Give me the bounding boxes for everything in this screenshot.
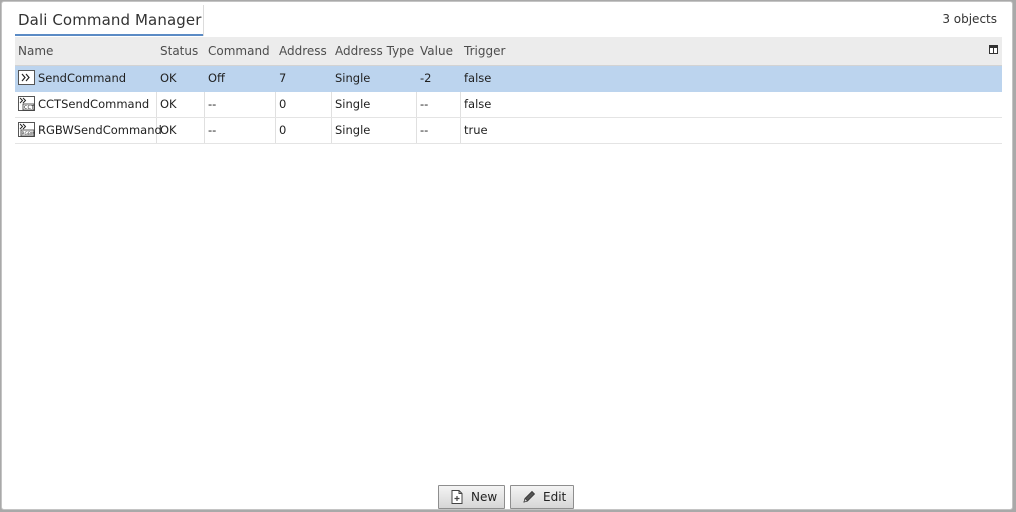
rgbw-send-command-icon: RGBW	[18, 122, 35, 137]
command-cell: Off	[205, 66, 276, 91]
name-cell: SendCommand	[15, 66, 157, 91]
column-header-status[interactable]: Status	[160, 44, 198, 58]
pencil-icon	[523, 490, 536, 503]
address-type-cell: Single	[332, 92, 417, 117]
cct-send-command-icon: CCT	[18, 96, 35, 111]
address-type-cell: Single	[332, 118, 417, 143]
table-header: Name Status Command Address Address Type…	[15, 37, 1002, 66]
value-cell: -2	[417, 66, 461, 91]
column-header-name[interactable]: Name	[18, 44, 53, 58]
command-cell: --	[205, 92, 276, 117]
command-manager-view: Dali Command Manager 3 objects Name Stat…	[1, 1, 1013, 510]
status-cell: OK	[157, 92, 205, 117]
page-title: Dali Command Manager	[18, 11, 202, 29]
trigger-cell: true	[464, 123, 488, 137]
object-count: 3 objects	[942, 12, 997, 26]
table-row[interactable]: RGBW RGBWSendCommand OK -- 0 Single -- t…	[15, 118, 1002, 144]
svg-text:RGBW: RGBW	[22, 131, 36, 137]
value-cell: --	[417, 92, 461, 117]
table-row[interactable]: SendCommand OK Off 7 Single -2 false	[15, 66, 1002, 92]
new-document-icon	[451, 490, 463, 504]
edit-button-label: Edit	[543, 490, 567, 504]
name-cell: CCT CCTSendCommand	[15, 92, 157, 117]
value-cell: --	[417, 118, 461, 143]
row-name: CCTSendCommand	[38, 97, 150, 111]
edit-button[interactable]: Edit	[510, 485, 574, 509]
new-button-label: New	[471, 490, 498, 504]
address-cell: 0	[276, 118, 332, 143]
status-cell: OK	[157, 118, 205, 143]
action-bar: New Edit	[2, 485, 1012, 509]
column-header-address-type[interactable]: Address Type	[335, 44, 414, 58]
send-command-icon	[18, 70, 35, 85]
name-cell: RGBW RGBWSendCommand	[15, 118, 162, 143]
new-button[interactable]: New	[438, 485, 505, 509]
column-chooser-icon[interactable]	[989, 45, 998, 54]
title-divider	[203, 5, 204, 36]
column-header-value[interactable]: Value	[420, 44, 453, 58]
row-name: SendCommand	[38, 71, 127, 85]
column-header-command[interactable]: Command	[208, 44, 270, 58]
address-cell: 7	[276, 66, 332, 91]
command-cell: --	[205, 118, 276, 143]
address-cell: 0	[276, 92, 332, 117]
view-title-tab[interactable]: Dali Command Manager	[15, 7, 203, 36]
svg-text:CCT: CCT	[24, 105, 35, 111]
address-type-cell: Single	[332, 66, 417, 91]
table-row[interactable]: CCT CCTSendCommand OK -- 0 Single -- fal…	[15, 92, 1002, 118]
trigger-cell: false	[464, 71, 492, 85]
trigger-cell: false	[464, 97, 492, 111]
row-name: RGBWSendCommand	[38, 123, 162, 137]
column-header-trigger[interactable]: Trigger	[464, 44, 505, 58]
column-header-address[interactable]: Address	[279, 44, 327, 58]
commands-table: Name Status Command Address Address Type…	[15, 37, 1002, 144]
status-cell: OK	[157, 66, 205, 91]
